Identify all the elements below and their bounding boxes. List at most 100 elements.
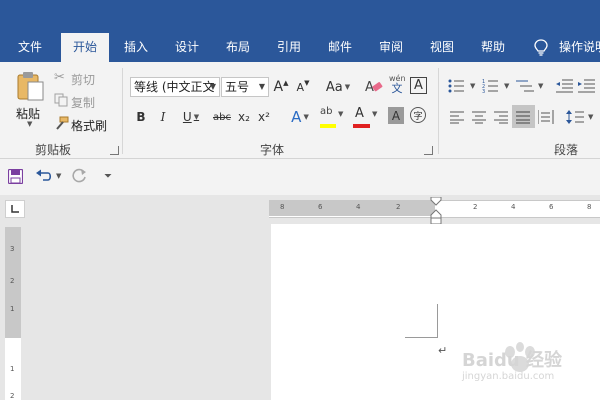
strikethrough-glyph: abc [213,111,231,123]
tab-design[interactable]: 设计 [165,33,209,62]
tab-selector[interactable] [5,200,25,218]
align-center-icon[interactable] [472,110,486,124]
svg-text:▼: ▼ [538,82,544,90]
tab-insert[interactable]: 插入 [114,33,158,62]
crop-mark [437,304,438,338]
group-divider [438,68,439,154]
title-bar [0,0,600,33]
align-right-icon[interactable] [494,110,508,124]
tab-help[interactable]: 帮助 [471,33,515,62]
ruler-label: 2 [473,203,478,211]
distributed-icon[interactable] [538,110,554,124]
group-divider [122,68,123,154]
subscript-glyph: x₂ [238,110,250,124]
superscript-button[interactable]: x² [256,106,272,128]
chevron-down-icon: ▼ [258,82,265,91]
paragraph-mark-icon: ↵ [438,344,448,357]
change-case-button[interactable]: Aa ▼ [323,76,353,98]
line-spacing-icon[interactable]: ▼ [566,109,596,125]
text-effects-glyph: A [291,108,302,126]
tab-home[interactable]: 开始 [61,33,109,62]
font-group-label: 字体 [260,143,285,157]
font-color-glyph: A [355,106,364,121]
clipboard-group-label: 剪贴板 [35,143,72,157]
watermark-url: jingyan.baidu.com [462,371,555,382]
chevron-down-icon: ▼ [338,110,344,118]
enclose-characters-button[interactable]: 字 [410,107,426,123]
superscript-glyph: x² [258,110,270,124]
strikethrough-button[interactable]: abc [211,106,233,128]
character-border-glyph: A [414,78,423,93]
paragraph-group-label: 段落 [554,143,579,157]
bold-button[interactable]: B [134,106,148,128]
font-dialog-launcher[interactable] [424,146,433,155]
character-shading-button[interactable]: A [388,107,404,124]
ruler-label: 2 [10,277,15,285]
font-color-button[interactable]: A ▼ [352,106,378,130]
highlight-color-button[interactable]: ab ▼ [318,106,344,130]
increase-indent-icon[interactable] [578,78,596,94]
down-arrow-icon: ▼ [304,79,310,87]
justify-icon [516,111,530,124]
tab-layout[interactable]: 布局 [216,33,260,62]
undo-icon[interactable] [36,169,52,183]
ruler-label: 8 [280,203,285,211]
grow-font-button[interactable]: A ▲ [273,76,289,98]
lightbulb-icon[interactable] [533,39,549,57]
left-tab-icon [11,205,19,213]
customize-toolbar-icon[interactable]: ⏷ [104,171,112,182]
svg-text:▼: ▼ [504,82,510,90]
crop-mark [405,337,438,338]
ruler-label: 6 [318,203,323,211]
tab-mailings[interactable]: 邮件 [318,33,362,62]
watermark-logo: Baidu 经验 jingyan.baidu.com [462,338,600,388]
font-name-combobox[interactable]: 等线 (中文正文 ▼ [130,77,220,97]
cut-button[interactable]: 剪切 [71,71,95,88]
bullets-icon[interactable]: ▼ [448,78,478,94]
multilevel-list-icon[interactable]: ▼ [516,78,546,94]
copy-button[interactable]: 复制 [71,94,95,111]
ruler-margin-left [269,200,435,216]
tab-file[interactable]: 文件 [8,33,52,62]
indent-marker-icon[interactable] [430,197,442,225]
font-name-value: 等线 (中文正文 [134,80,215,94]
ruler-label: 1 [10,305,15,313]
svg-text:3: 3 [482,89,485,94]
subscript-button[interactable]: x₂ [236,106,252,128]
character-border-button[interactable]: A [410,77,427,94]
highlight-glyph: ab [320,106,333,117]
copy-icon [54,93,68,107]
italic-button[interactable]: I [156,106,170,128]
shrink-font-button[interactable]: A ▼ [295,76,311,98]
ruler-label: 6 [549,203,554,211]
tab-references[interactable]: 引用 [267,33,311,62]
text-effects-button[interactable]: A ▼ [287,106,313,128]
underline-button[interactable]: U ▼ [178,106,204,128]
character-shading-glyph: A [391,108,401,123]
redo-icon[interactable] [72,168,88,184]
phonetic-guide-button[interactable]: wén 文 [389,74,406,95]
tab-review[interactable]: 审阅 [369,33,413,62]
font-size-combobox[interactable]: 五号 ▼ [221,77,269,97]
justify-button[interactable] [512,105,535,128]
change-case-glyph: Aa [325,79,343,95]
svg-text:▼: ▼ [470,82,476,90]
format-painter-button[interactable]: 格式刷 [71,117,107,134]
decrease-indent-icon[interactable] [556,78,574,94]
bold-glyph: B [136,110,146,124]
ruler-label: 4 [356,203,361,211]
clear-formatting-icon[interactable]: A [365,78,383,94]
tell-me-search[interactable]: 操作说明 [559,33,600,62]
clipboard-dialog-launcher[interactable] [110,146,119,155]
watermark-brand: Baidu 经验 [462,350,563,371]
align-left-icon[interactable] [450,110,464,124]
tab-view[interactable]: 视图 [420,33,464,62]
underline-glyph: U [182,110,192,124]
paste-dropdown[interactable]: ▼ [27,120,32,128]
save-icon[interactable] [8,169,23,184]
undo-dropdown-icon[interactable]: ▼ [56,172,61,180]
up-arrow-icon: ▲ [283,79,289,87]
quick-access-toolbar: ▼ ⏷ [0,159,600,195]
numbering-icon[interactable]: 1 2 3 ▼ [482,78,512,94]
paste-icon[interactable] [16,70,46,102]
